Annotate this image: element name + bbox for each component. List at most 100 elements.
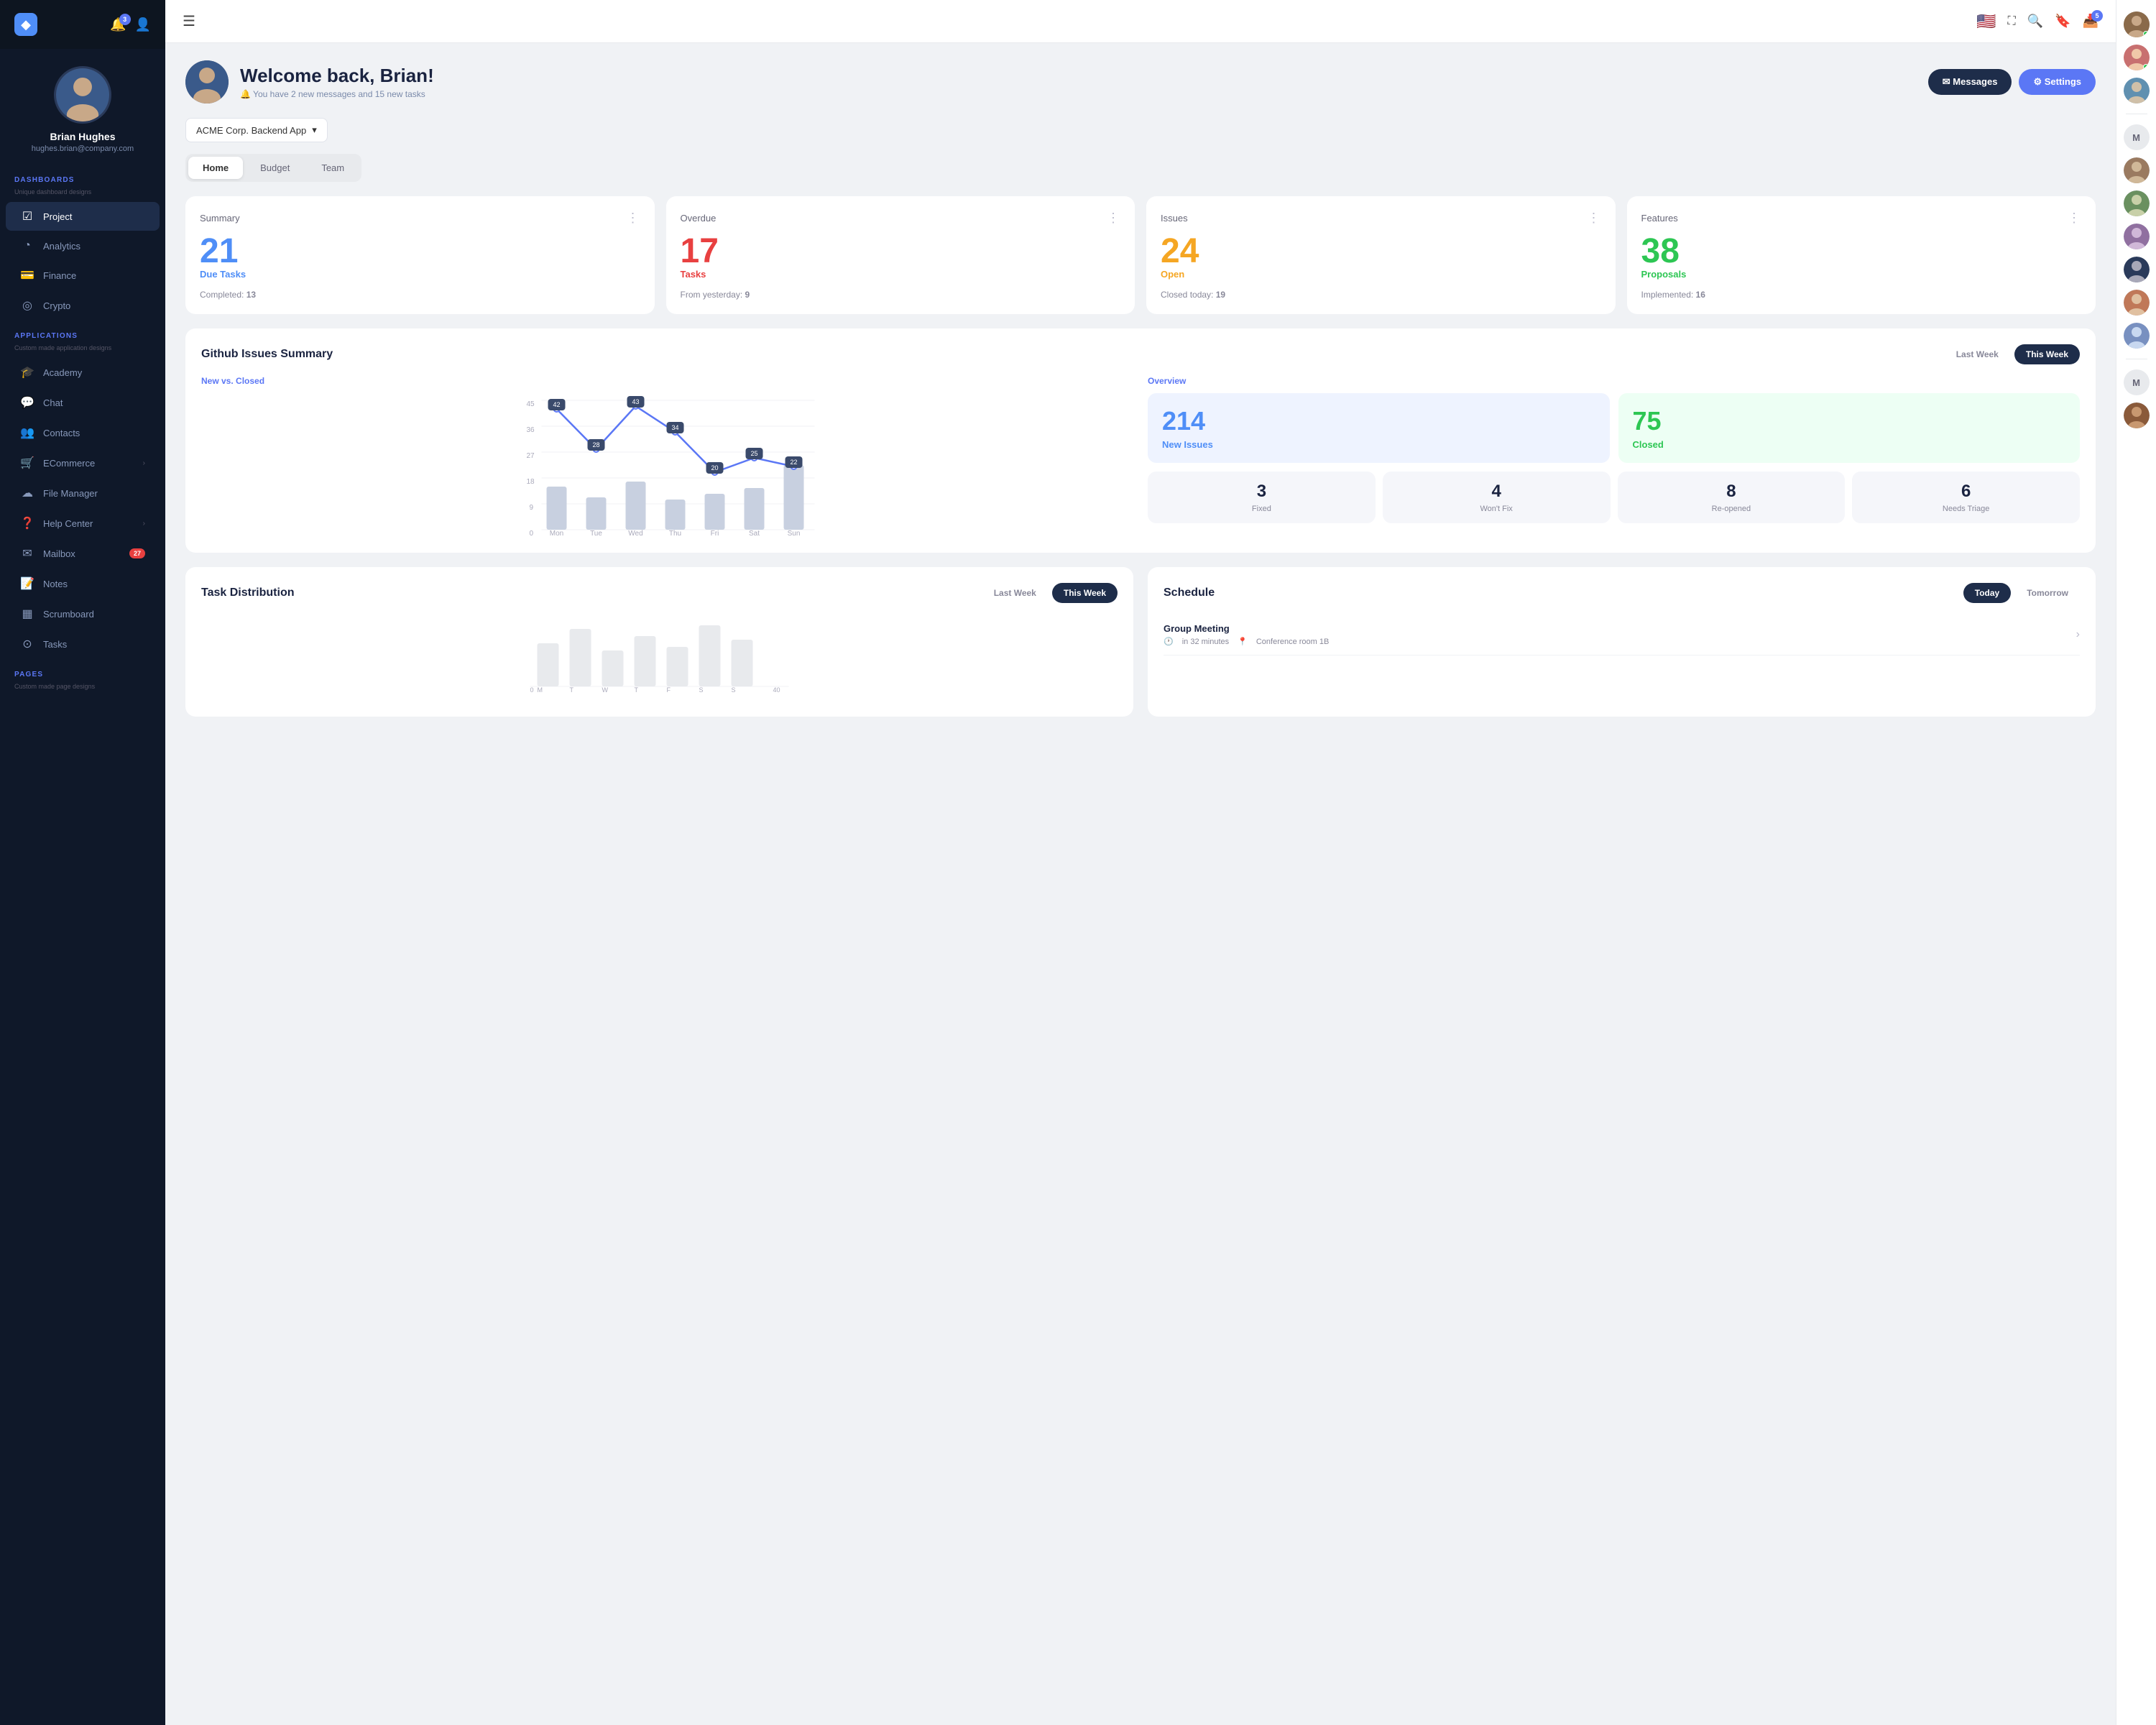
sidebar-item-scrumboard[interactable]: ▦ Scrumboard: [6, 599, 160, 628]
sidebar-item-filemanager-label: File Manager: [43, 488, 98, 499]
sidebar-item-tasks[interactable]: ⊙ Tasks: [6, 630, 160, 658]
fullscreen-icon[interactable]: ⛶: [2008, 15, 2016, 28]
right-avatar-3[interactable]: [2124, 157, 2150, 183]
sidebar-user-avatar: [54, 66, 111, 124]
notes-icon: 📝: [20, 576, 34, 591]
summary-more-icon[interactable]: ⋮: [627, 211, 640, 226]
schedule-arrow-icon[interactable]: ›: [2076, 628, 2080, 641]
right-sidebar: M M: [2116, 0, 2156, 1725]
sidebar-item-crypto-label: Crypto: [43, 300, 70, 311]
right-avatar-6[interactable]: [2124, 257, 2150, 282]
sidebar-item-filemanager[interactable]: ☁ File Manager: [6, 479, 160, 507]
schedule-header: Schedule Today Tomorrow: [1164, 583, 2080, 603]
sidebar-item-mailbox[interactable]: ✉ Mailbox 27: [6, 539, 160, 568]
right-avatar-5[interactable]: [2124, 224, 2150, 249]
svg-text:42: 42: [553, 401, 560, 408]
messages-button[interactable]: ✉ Messages: [1928, 69, 2012, 95]
sidebar-item-ecommerce[interactable]: 🛒 ECommerce ›: [6, 448, 160, 477]
summary-title: Summary ⋮: [200, 211, 640, 226]
sidebar-item-analytics[interactable]: ◔ Analytics: [6, 232, 160, 259]
tab-team[interactable]: Team: [307, 157, 359, 179]
tabs: Home Budget Team: [185, 154, 361, 182]
search-icon[interactable]: 🔍: [2027, 14, 2043, 29]
settings-button[interactable]: ⚙ Settings: [2019, 69, 2096, 95]
sidebar-item-academy-label: Academy: [43, 367, 82, 378]
svg-text:Thu: Thu: [669, 530, 681, 537]
mailbox-icon: ✉: [20, 546, 34, 561]
overdue-more-icon[interactable]: ⋮: [1107, 211, 1120, 226]
filemanager-icon: ☁: [20, 486, 34, 500]
scrumboard-icon: ▦: [20, 607, 34, 621]
task-dist-title: Task Distribution: [201, 586, 295, 599]
task-dist-last-week-btn[interactable]: Last Week: [982, 583, 1048, 603]
svg-text:22: 22: [790, 459, 797, 466]
chart-label: New vs. Closed: [201, 376, 1133, 386]
right-avatar-letter-m2[interactable]: M: [2124, 369, 2150, 395]
crypto-icon: ◎: [20, 298, 34, 313]
features-more-icon[interactable]: ⋮: [2068, 211, 2081, 226]
schedule-tomorrow-btn[interactable]: Tomorrow: [2015, 583, 2080, 603]
issues-more-icon[interactable]: ⋮: [1588, 211, 1601, 226]
inbox-icon[interactable]: 📥 5: [2083, 14, 2099, 29]
schedule-item-title: Group Meeting: [1164, 623, 1329, 634]
academy-icon: 🎓: [20, 365, 34, 380]
right-avatar-1[interactable]: [2124, 45, 2150, 70]
wontfix-num: 4: [1390, 482, 1603, 502]
tab-budget[interactable]: Budget: [246, 157, 304, 179]
schedule-item: Group Meeting 🕐 in 32 minutes 📍 Conferen…: [1164, 615, 2080, 656]
schedule-item-info: Group Meeting 🕐 in 32 minutes 📍 Conferen…: [1164, 623, 1329, 646]
mini-card-fixed: 3 Fixed: [1148, 472, 1376, 523]
welcome-actions: ✉ Messages ⚙ Settings: [1928, 69, 2096, 95]
svg-text:20: 20: [711, 464, 718, 472]
flag-icon[interactable]: 🇺🇸: [1976, 12, 1996, 31]
welcome-subtext: 🔔 You have 2 new messages and 15 new tas…: [240, 89, 434, 99]
svg-text:36: 36: [527, 426, 535, 434]
sidebar-item-notes[interactable]: 📝 Notes: [6, 569, 160, 598]
svg-text:T: T: [570, 686, 574, 694]
sidebar-email: hughes.brian@company.com: [32, 144, 134, 153]
menu-icon[interactable]: ☰: [183, 12, 195, 30]
right-avatar-0[interactable]: [2124, 12, 2150, 37]
overdue-title: Overdue ⋮: [681, 211, 1121, 226]
project-selector[interactable]: ACME Corp. Backend App ▾: [185, 118, 328, 142]
pages-section-sublabel: Custom made page designs: [0, 683, 165, 696]
svg-text:43: 43: [632, 398, 639, 405]
sidebar-item-helpcenter[interactable]: ❓ Help Center ›: [6, 509, 160, 538]
new-issues-num: 214: [1162, 406, 1595, 436]
sidebar-item-project[interactable]: ☑ Project: [6, 202, 160, 231]
overdue-footer: From yesterday: 9: [681, 290, 1121, 300]
right-avatar-2[interactable]: [2124, 78, 2150, 104]
mailbox-badge: 27: [129, 548, 145, 558]
sidebar-item-chat[interactable]: 💬 Chat: [6, 388, 160, 417]
svg-text:M: M: [538, 686, 543, 694]
sidebar-item-crypto[interactable]: ◎ Crypto: [6, 291, 160, 320]
svg-text:F: F: [667, 686, 671, 694]
project-selector-label: ACME Corp. Backend App: [196, 125, 306, 136]
schedule-today-btn[interactable]: Today: [1963, 583, 2011, 603]
notifications-button[interactable]: 🔔 3: [110, 17, 126, 32]
right-avatar-9[interactable]: [2124, 402, 2150, 428]
task-dist-this-week-btn[interactable]: This Week: [1052, 583, 1118, 603]
right-avatar-8[interactable]: [2124, 323, 2150, 349]
tab-home[interactable]: Home: [188, 157, 243, 179]
user-profile-button[interactable]: 👤: [135, 17, 151, 32]
sidebar-item-contacts[interactable]: 👥 Contacts: [6, 418, 160, 447]
svg-text:Sat: Sat: [749, 530, 760, 537]
main-area: ☰ 🇺🇸 ⛶ 🔍 🔖 📥 5 Welcome back, Brian! 🔔 Yo…: [165, 0, 2116, 1725]
mini-card-needstriage: 6 Needs Triage: [1852, 472, 2080, 523]
notifications-badge: 3: [119, 14, 131, 25]
github-this-week-btn[interactable]: This Week: [2014, 344, 2080, 364]
right-avatar-4[interactable]: [2124, 190, 2150, 216]
contacts-icon: 👥: [20, 426, 34, 440]
app-logo[interactable]: ◆: [14, 13, 37, 36]
sidebar-item-finance[interactable]: 💳 Finance: [6, 261, 160, 290]
right-avatar-letter-m1[interactable]: M: [2124, 124, 2150, 150]
stat-cards: Summary ⋮ 21 Due Tasks Completed: 13 Ove…: [185, 196, 2096, 314]
issues-footer: Closed today: 19: [1161, 290, 1601, 300]
github-issues-section: Github Issues Summary Last Week This Wee…: [185, 328, 2096, 553]
right-avatar-7[interactable]: [2124, 290, 2150, 316]
fixed-num: 3: [1155, 482, 1368, 502]
github-last-week-btn[interactable]: Last Week: [1945, 344, 2010, 364]
sidebar-item-academy[interactable]: 🎓 Academy: [6, 358, 160, 387]
bookmark-icon[interactable]: 🔖: [2055, 14, 2070, 29]
